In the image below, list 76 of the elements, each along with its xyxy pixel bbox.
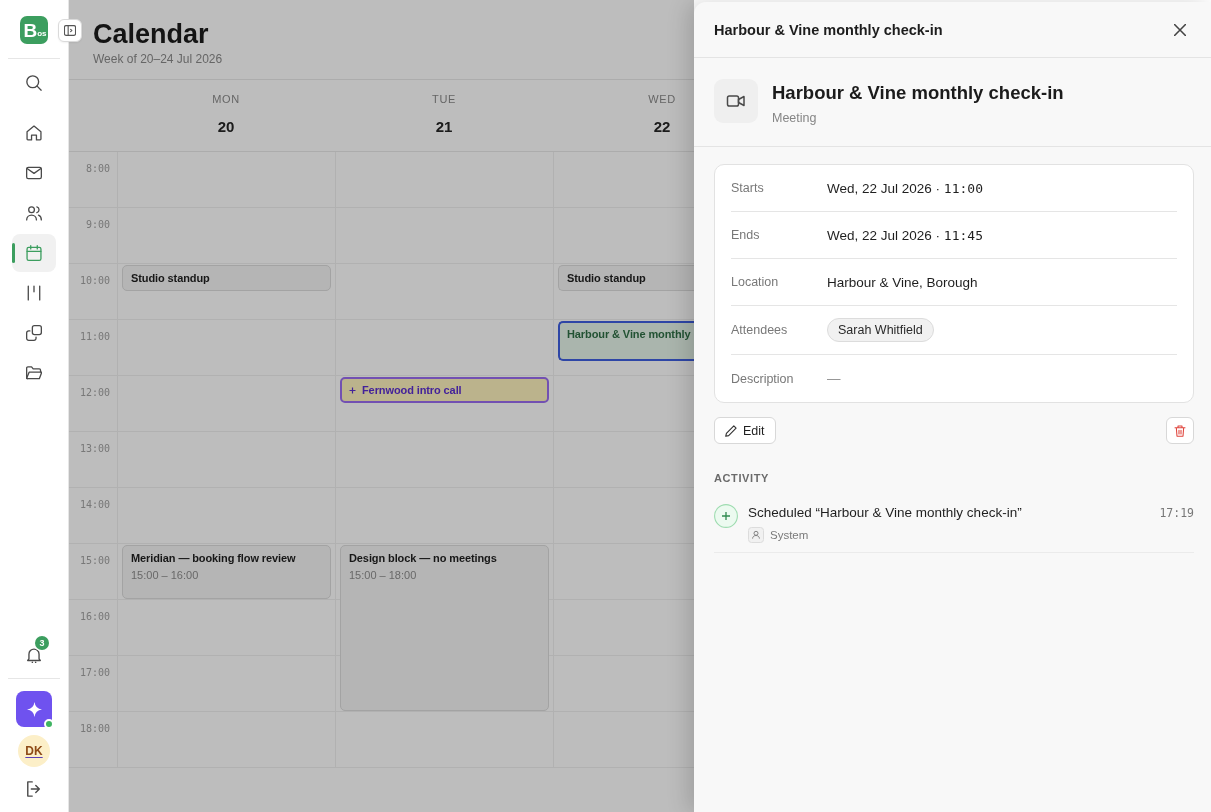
copy-icon — [26, 325, 42, 341]
activity-text: Scheduled “Harbour & Vine monthly check-in” — [748, 504, 1022, 522]
activity-time: 17:19 — [1159, 506, 1194, 520]
calendar-event[interactable]: Studio standup — [558, 265, 694, 291]
field-label: Description — [731, 371, 795, 386]
event-title: Meridian — booking flow review — [131, 551, 296, 565]
folder-icon — [26, 365, 42, 381]
actor-name: System — [770, 529, 809, 541]
event-time: 15:00 – 18:00 — [349, 568, 417, 582]
week-range-subtitle: Week of 20–24 Jul 2026 — [93, 52, 223, 66]
sparkle-icon — [26, 701, 42, 717]
field-label: Attendees — [731, 323, 789, 337]
event-title: Studio standup — [131, 271, 210, 285]
event-type-label: Meeting — [772, 110, 817, 126]
event-title: Studio standup — [567, 271, 646, 285]
day-number: 20 — [217, 118, 235, 136]
weekday-label: WED — [648, 92, 676, 106]
home-icon — [26, 125, 42, 141]
mail-icon — [26, 165, 42, 181]
event-title: Design block — no meetings — [349, 551, 497, 565]
hour-label: 17:00 — [79, 667, 110, 678]
notification-count-badge: 3 — [35, 636, 49, 650]
calendar-event[interactable]: Fernwood intro call — [340, 377, 549, 403]
hour-label: 18:00 — [79, 723, 110, 734]
weekday-label: TUE — [432, 92, 456, 106]
field-label: Starts — [731, 181, 765, 195]
weekday-label: MON — [212, 92, 240, 106]
event-title: Fernwood intro call — [362, 383, 462, 397]
date-time-value: Wed, 22 Jul 2026 · 11:45 — [827, 227, 983, 243]
plus-icon — [349, 386, 356, 394]
day-number: 22 — [653, 118, 671, 136]
video-camera-icon — [714, 79, 758, 123]
calendar-icon — [26, 245, 42, 261]
event-title: Harbour & Vine monthly check-in — [772, 82, 1064, 104]
hour-label: 14:00 — [79, 499, 110, 510]
page-title: Calendar — [93, 19, 209, 49]
day-number: 21 — [435, 118, 453, 136]
user-avatar[interactable]: DK — [18, 735, 50, 767]
calendar-event[interactable]: Meridian — booking flow review 15:00 – 16:00 — [122, 545, 331, 599]
calendar-event[interactable]: Studio standup — [122, 265, 331, 291]
field-label: Ends — [731, 228, 761, 242]
plus-circle-icon — [714, 504, 738, 528]
calendar-nav-item[interactable] — [12, 234, 56, 272]
date-time-value: Wed, 22 Jul 2026 · 11:00 — [827, 180, 983, 196]
field-label: Location — [731, 275, 780, 289]
assistant-button[interactable] — [16, 691, 52, 727]
columns-icon — [26, 285, 42, 301]
field-value: Harbour & Vine, Borough — [827, 274, 978, 290]
hour-label: 12:00 — [79, 387, 110, 398]
event-title: Harbour & Vine monthly — [567, 327, 691, 341]
sidebar-panel-icon — [64, 25, 76, 36]
panel-title: Harbour & Vine monthly check-in — [714, 21, 943, 38]
hour-label: 15:00 — [79, 555, 110, 566]
person-icon — [748, 527, 764, 543]
pencil-icon — [725, 424, 737, 437]
calendar-event[interactable]: Design block — no meetings 15:00 – 18:00 — [340, 545, 549, 711]
sidebar-toggle-button[interactable] — [58, 19, 82, 42]
calendar-event[interactable]: Harbour & Vine monthly — [558, 321, 694, 361]
search-icon — [26, 75, 42, 91]
hour-label: 8:00 — [85, 163, 110, 174]
close-icon — [1174, 23, 1186, 36]
hour-label: 10:00 — [79, 275, 110, 286]
trash-icon — [1174, 424, 1186, 437]
people-icon — [26, 205, 42, 221]
hour-label: 13:00 — [79, 443, 110, 454]
event-time: 15:00 – 16:00 — [131, 568, 199, 582]
bell-icon — [26, 647, 42, 663]
attendee-chip[interactable]: Sarah Whitfield — [827, 318, 934, 342]
logout-icon — [26, 781, 42, 797]
empty-value: — — [827, 371, 841, 386]
hour-label: 11:00 — [79, 331, 110, 342]
delete-button[interactable] — [1166, 417, 1194, 444]
section-heading: ACTIVITY — [714, 472, 769, 485]
hour-label: 16:00 — [79, 611, 110, 622]
hour-label: 9:00 — [85, 219, 110, 230]
edit-button[interactable]: Edit — [714, 417, 776, 444]
